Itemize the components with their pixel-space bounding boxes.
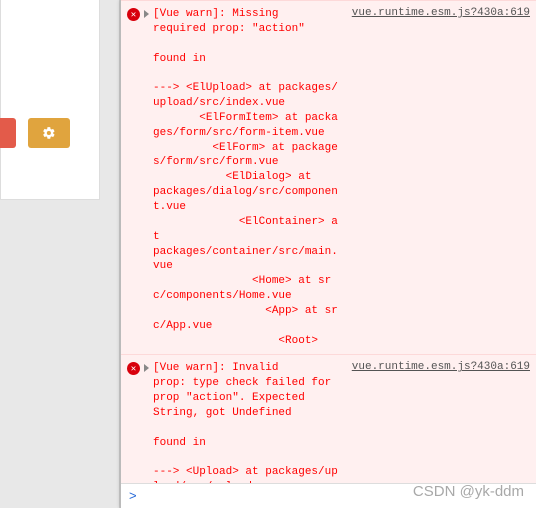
console-messages: ✕ [Vue warn]: Missing required prop: "ac…	[121, 0, 536, 483]
background-button-red[interactable]	[0, 118, 16, 148]
source-link[interactable]: vue.runtime.esm.js?430a:619	[352, 361, 530, 373]
console-prompt[interactable]: >	[121, 483, 536, 508]
error-icon: ✕	[127, 362, 140, 375]
error-text[interactable]: [Vue warn]: Invalid prop: type check fai…	[153, 361, 346, 483]
gear-icon	[42, 126, 56, 140]
background-card	[0, 0, 100, 200]
error-text[interactable]: [Vue warn]: Missing required prop: "acti…	[153, 7, 346, 348]
expand-triangle-icon[interactable]	[144, 10, 149, 18]
error-icon: ✕	[127, 8, 140, 21]
background-button-gear[interactable]	[28, 118, 70, 148]
source-link[interactable]: vue.runtime.esm.js?430a:619	[352, 7, 530, 19]
console-error-message: ✕ [Vue warn]: Missing required prop: "ac…	[121, 0, 536, 355]
devtools-console: ✕ [Vue warn]: Missing required prop: "ac…	[120, 0, 536, 508]
expand-triangle-icon[interactable]	[144, 364, 149, 372]
prompt-chevron-icon: >	[129, 488, 137, 503]
console-error-message: ✕ [Vue warn]: Invalid prop: type check f…	[121, 355, 536, 483]
